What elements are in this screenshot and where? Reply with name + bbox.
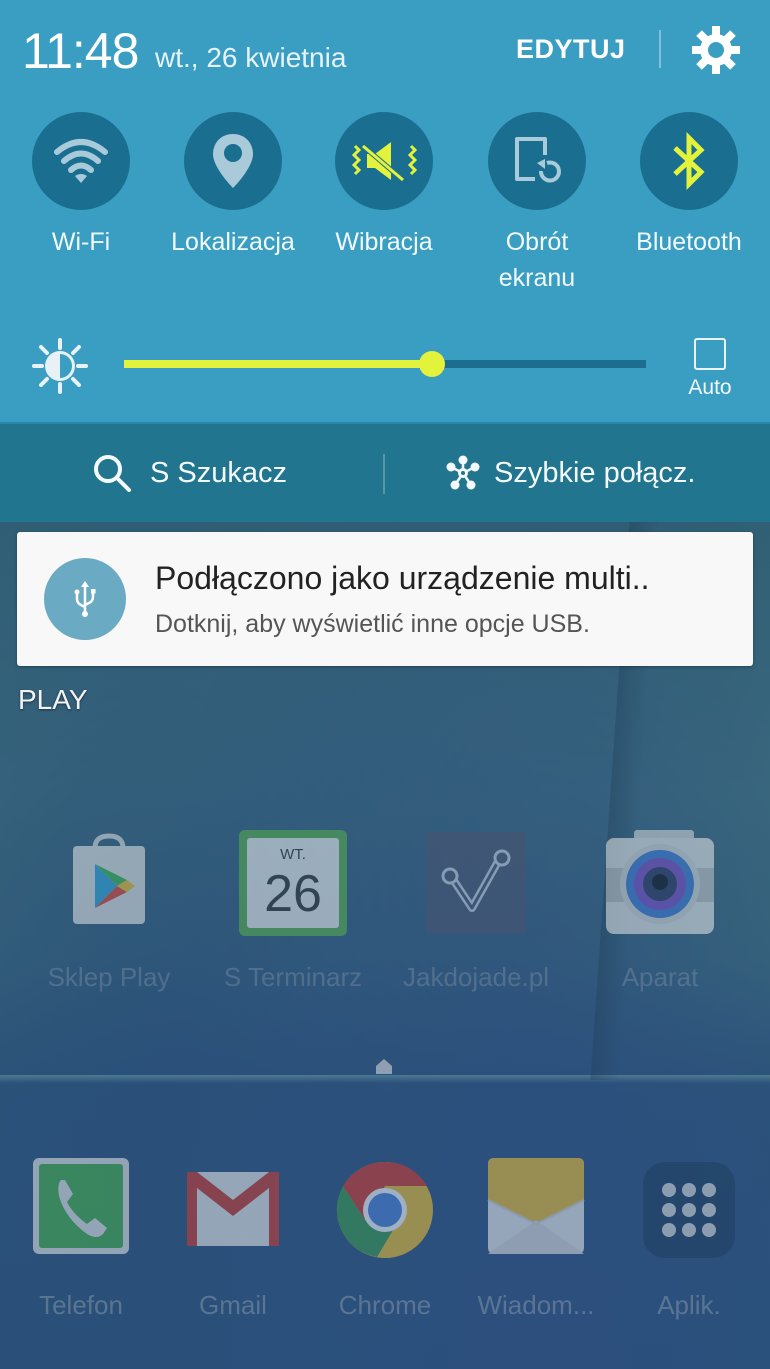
calendar-day-abbr: WT. [280, 846, 306, 863]
jakdojade-icon [426, 832, 526, 934]
panel-header: 11:48 wt., 26 kwietnia EDYTUJ [0, 0, 770, 100]
app-label: Chrome [338, 1290, 432, 1320]
toggle-rotation-label-line2: ekranu [498, 264, 576, 292]
messages-icon [487, 1158, 585, 1254]
brightness-slider-fill [124, 360, 432, 368]
toggle-location-button[interactable] [184, 112, 282, 210]
vibrate-mute-icon [351, 142, 418, 182]
auto-brightness-label: Auto [688, 376, 732, 399]
quick-connect-icon [446, 455, 480, 490]
brightness-slider-thumb[interactable] [418, 351, 445, 377]
quick-connect-button[interactable]: Szybkie połącz. [444, 424, 696, 522]
app-label: Sklep Play [47, 962, 171, 992]
brightness-slider[interactable] [124, 351, 646, 377]
gmail-icon [187, 1172, 279, 1246]
app-s-planner[interactable]: WT. 26 S Terminarz [218, 828, 368, 993]
toggle-wifi-label: Wi-Fi [51, 228, 111, 256]
app-label: Telefon [39, 1290, 123, 1320]
home-folder-label: PLAY [18, 684, 88, 715]
gear-icon [692, 26, 740, 74]
toggle-bluetooth-button[interactable] [640, 112, 738, 210]
app-label: Wiadom... [477, 1290, 595, 1320]
quickbar-divider [383, 454, 385, 494]
app-label: S Terminarz [223, 962, 363, 992]
notification-icon-circle [44, 558, 126, 640]
auto-brightness-checkbox[interactable]: Auto [680, 338, 740, 400]
toggle-location-label: Lokalizacja [171, 228, 295, 256]
search-icon [94, 455, 131, 492]
toggle-location[interactable]: Lokalizacja [157, 112, 309, 260]
notification-panel: 11:48 wt., 26 kwietnia EDYTUJ Wi-Fi Loka… [0, 0, 770, 422]
toggle-rotation[interactable]: Obrót ekranu [461, 112, 613, 296]
auto-brightness-box[interactable] [694, 338, 726, 370]
brightness-row: Auto [0, 330, 770, 400]
play-store-icon [73, 833, 145, 924]
toggle-rotation-label-line1: Obrót [505, 228, 569, 256]
dock-phone[interactable]: Telefon [6, 1154, 156, 1321]
toggle-rotation-button[interactable] [488, 112, 586, 210]
toggle-vibration-button[interactable] [335, 112, 433, 210]
toggle-vibration[interactable]: Wibracja [308, 112, 460, 260]
phone-icon [33, 1158, 129, 1254]
notification-text: Dotknij, aby wyświetlić inne opcje USB. [155, 610, 590, 638]
app-label: Aparat [621, 962, 699, 992]
date: wt., 26 kwietnia [155, 42, 347, 73]
dock-chrome[interactable]: Chrome [310, 1154, 460, 1321]
camera-icon [606, 830, 714, 934]
toggle-wifi-button[interactable] [32, 112, 130, 210]
toggle-rotation-label: Obrót ekranu [461, 224, 613, 296]
header-divider [659, 30, 661, 68]
app-camera[interactable]: Aparat [585, 828, 735, 993]
calendar-day-number: 26 [264, 865, 322, 923]
toggle-bluetooth[interactable]: Bluetooth [613, 112, 765, 260]
dock-apps[interactable]: Aplik. [614, 1154, 764, 1321]
app-label: Gmail [199, 1290, 267, 1320]
wifi-icon [54, 139, 108, 183]
s-finder-button[interactable]: S Szukacz [92, 424, 287, 522]
location-pin-icon [213, 134, 253, 188]
notification-title: Podłączono jako urządzenie multi.. [155, 560, 650, 596]
usb-notification[interactable]: Podłączono jako urządzenie multi.. Dotkn… [17, 532, 753, 666]
dock-messages[interactable]: Wiadom... [461, 1154, 611, 1321]
clock: 11:48 [22, 23, 139, 79]
toggle-vibration-label: Wibracja [335, 228, 433, 256]
home-page-indicator-icon[interactable] [375, 1058, 393, 1074]
toggle-bluetooth-label: Bluetooth [636, 228, 742, 256]
quick-toggles: Wi-Fi Lokalizacja Wibracja Obrót ekranu … [0, 112, 770, 302]
settings-button[interactable] [690, 24, 742, 76]
screen-rotation-icon [515, 137, 561, 183]
toggle-wifi[interactable]: Wi-Fi [5, 112, 157, 260]
app-label: Jakdojade.pl [403, 962, 549, 992]
s-finder-label: S Szukacz [150, 456, 287, 489]
app-label: Aplik. [657, 1290, 721, 1320]
bluetooth-icon [673, 132, 705, 190]
brightness-icon [32, 338, 88, 394]
quick-connect-label: Szybkie połącz. [494, 456, 696, 489]
dock-gmail[interactable]: Gmail [158, 1154, 308, 1321]
app-play-store[interactable]: Sklep Play [34, 828, 184, 993]
edit-button[interactable]: EDYTUJ [516, 34, 626, 65]
app-jakdojade[interactable]: Jakdojade.pl [401, 828, 551, 993]
usb-icon [74, 581, 96, 617]
apps-grid-icon [643, 1162, 735, 1258]
chrome-icon [336, 1161, 433, 1258]
quick-actions-bar: S Szukacz Szybkie połącz. [0, 422, 770, 522]
